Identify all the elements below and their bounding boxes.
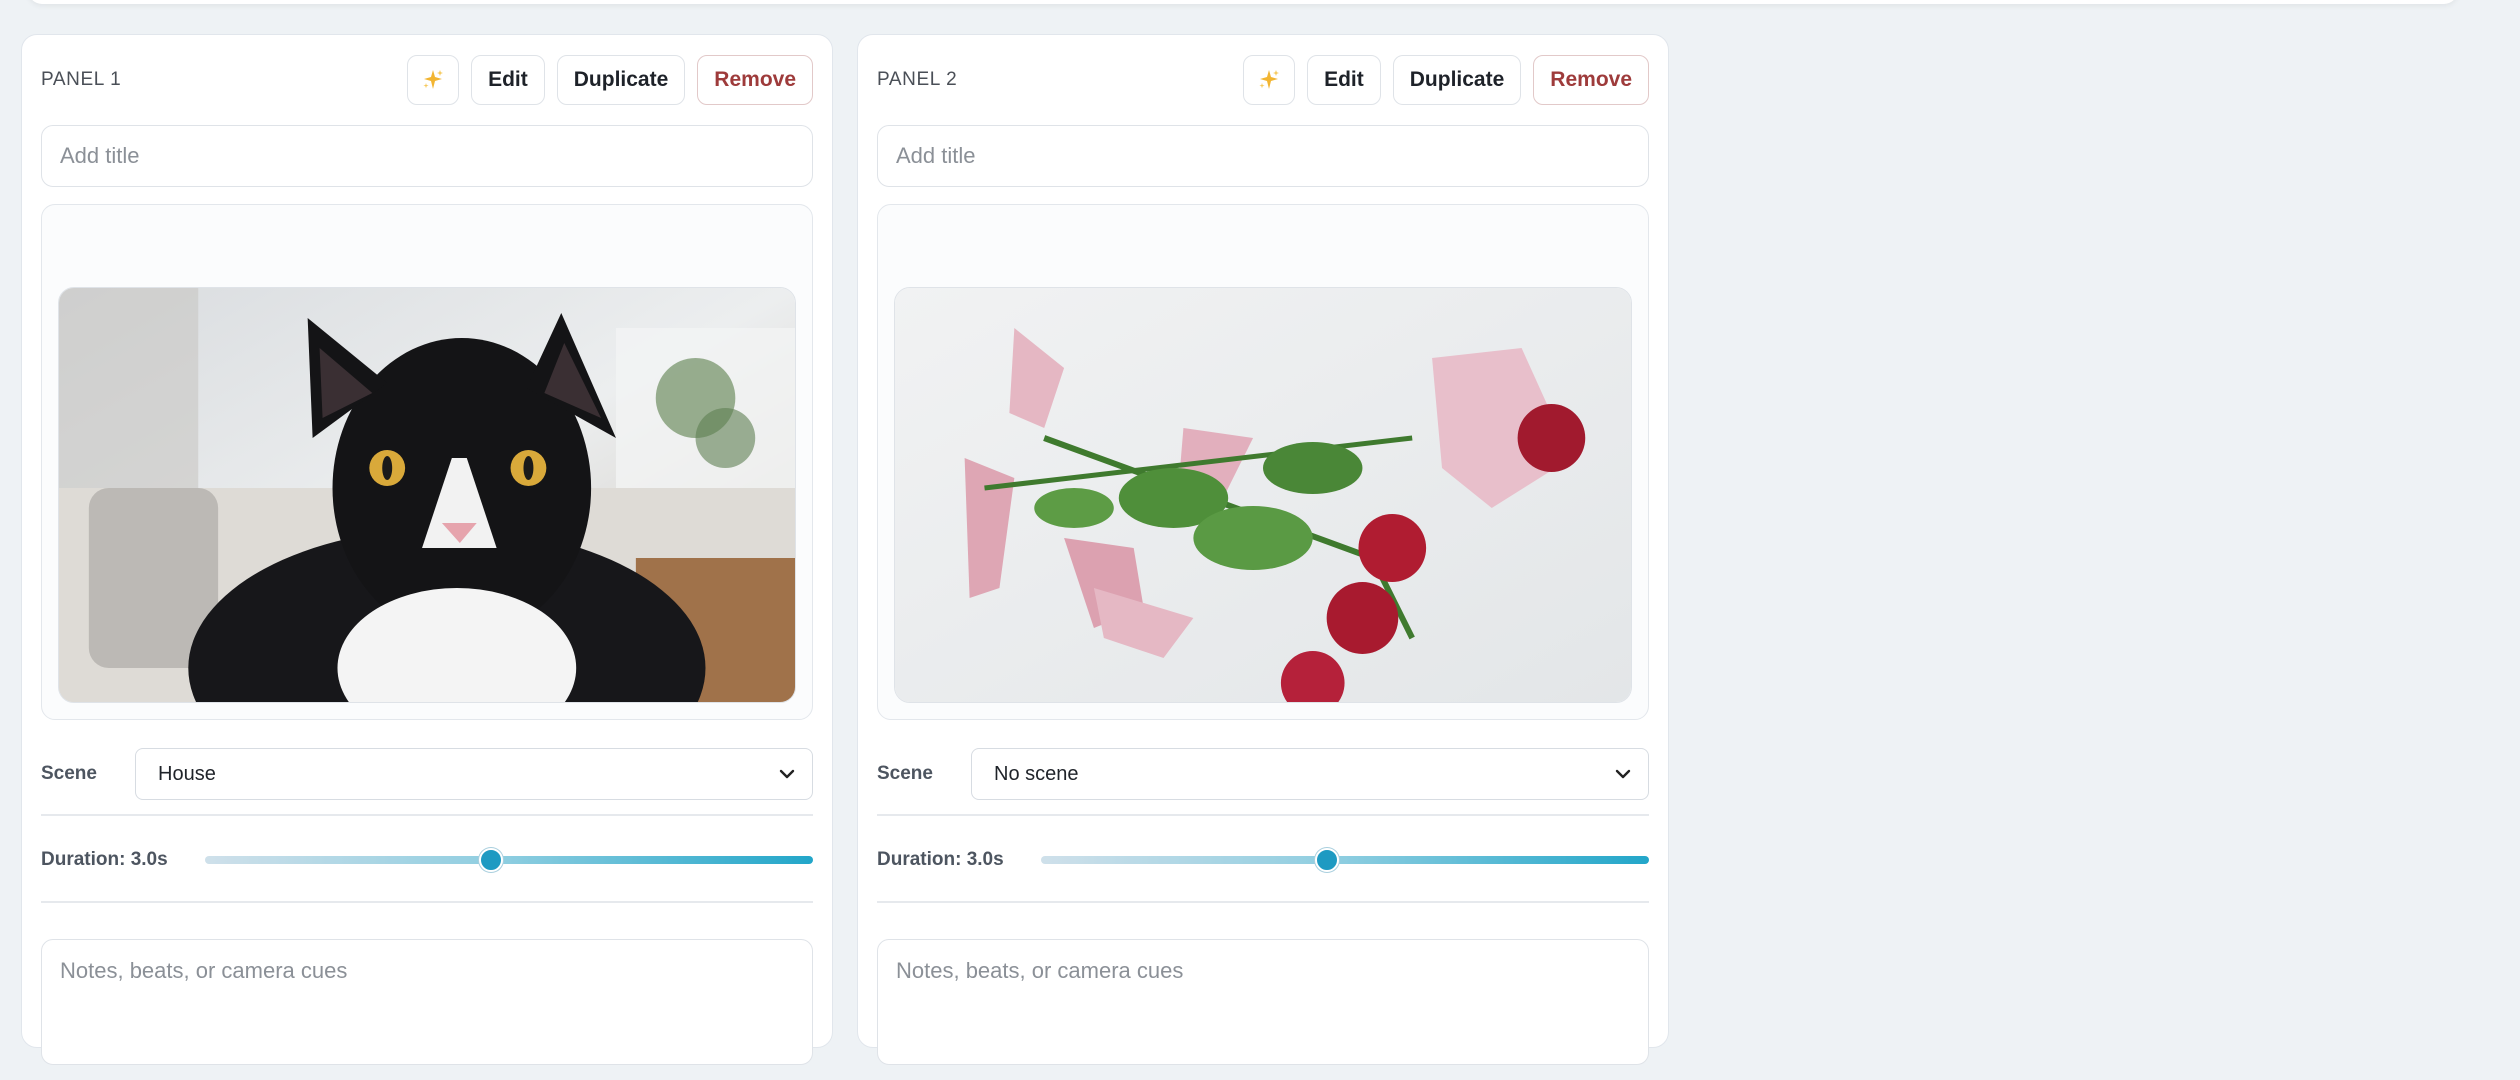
scene-select[interactable]: No scene [971,748,1649,800]
duplicate-button[interactable]: Duplicate [556,55,686,105]
title-input[interactable] [877,125,1649,187]
scene-select-value: No scene [994,762,1079,785]
remove-button[interactable]: Remove [697,55,813,105]
slider-thumb[interactable] [1314,848,1339,872]
notes-textarea[interactable] [877,939,1649,1065]
ai-generate-button[interactable] [1243,55,1296,105]
scene-label: Scene [877,763,933,784]
divider [877,901,1649,903]
slider-thumb[interactable] [478,848,503,872]
title-input[interactable] [41,125,813,187]
slider-track [205,856,813,864]
sparkles-icon [423,70,444,89]
panel-label: PANEL 2 [877,69,958,90]
sparkles-icon [1259,70,1280,89]
scene-select[interactable]: House [135,748,813,800]
panel-list: PANEL 1 Edit Duplicate Remove Add title … [21,34,1669,1065]
duplicate-button[interactable]: Duplicate [1392,55,1522,105]
scene-label: Scene [41,763,97,784]
duration-row: Duration: 3.0s [41,835,813,885]
chevron-down-icon [779,769,795,779]
top-toolbar [28,0,2458,4]
edit-button[interactable]: Edit [1307,55,1381,105]
panel-image [894,287,1632,703]
edit-button[interactable]: Edit [471,55,545,105]
notes-textarea[interactable] [41,939,813,1065]
panel-card: PANEL 1 Edit Duplicate Remove Add title … [21,34,833,1065]
media-dropzone[interactable] [877,204,1649,720]
divider [877,814,1649,816]
scene-select-value: House [158,762,216,785]
panel-header: PANEL 2 Edit Duplicate Remove [877,54,1649,106]
panel-label: PANEL 1 [41,69,122,90]
duration-slider[interactable] [205,845,813,875]
duration-row: Duration: 3.0s [877,835,1649,885]
panel-header: PANEL 1 Edit Duplicate Remove [41,54,813,106]
slider-track [1041,856,1649,864]
ai-generate-button[interactable] [407,55,460,105]
media-dropzone[interactable] [41,204,813,720]
remove-button[interactable]: Remove [1533,55,1649,105]
duration-label: Duration: 3.0s [41,849,168,870]
scene-row: Scene No scene [877,747,1649,801]
divider [41,901,813,903]
panel-card: PANEL 2 Edit Duplicate Remove Add title … [857,34,1669,1065]
duration-slider[interactable] [1041,845,1649,875]
panel-image [58,287,796,703]
scene-row: Scene House [41,747,813,801]
chevron-down-icon [1615,769,1631,779]
duration-label: Duration: 3.0s [877,849,1004,870]
divider [41,814,813,816]
